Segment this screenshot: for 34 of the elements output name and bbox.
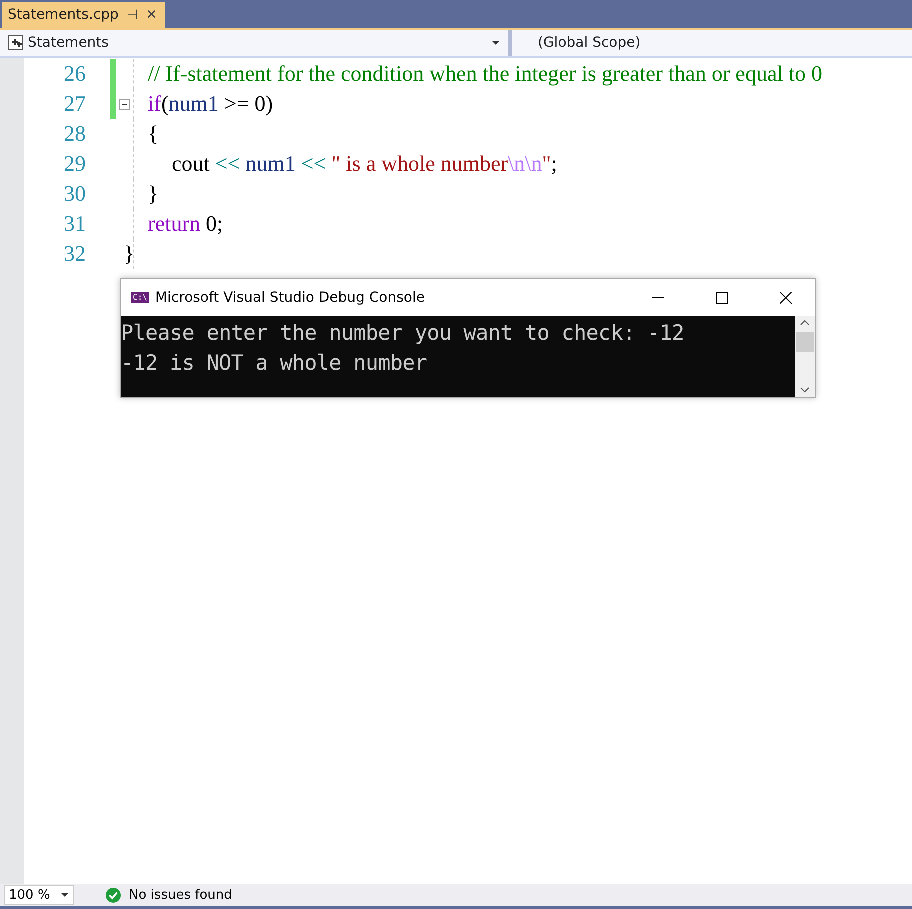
line-number: 27 <box>63 91 86 117</box>
console-output: Please enter the number you want to check: -12 <box>121 320 686 347</box>
code-line: { <box>148 121 159 147</box>
console-icon: C:\ <box>131 292 150 303</box>
console-output: -12 is NOT a whole number <box>121 350 428 377</box>
check-icon <box>106 888 121 902</box>
close-icon <box>780 292 792 304</box>
file-tab[interactable]: Statements.cpp ⊣ ✕ <box>2 2 166 28</box>
line-number: 29 <box>63 151 86 177</box>
code-line: } <box>148 181 159 207</box>
scope-dropdown[interactable]: (Global Scope) <box>512 30 912 56</box>
caret-icon <box>61 893 69 897</box>
project-icon <box>8 35 24 51</box>
line-number: 26 <box>63 61 86 87</box>
code-line: // If-statement for the condition when the integer is greater than or equal to 0 <box>148 61 822 87</box>
pin-icon[interactable]: ⊣ <box>126 8 138 22</box>
status-text: No issues found <box>129 888 232 902</box>
scrollbar-thumb[interactable] <box>796 332 814 352</box>
zoom-dropdown[interactable]: 100 % <box>4 885 74 905</box>
line-number: 32 <box>63 241 86 267</box>
code-line: } <box>124 241 135 267</box>
code-line: if(num1 >= 0) <box>148 91 274 117</box>
minimize-icon <box>652 297 664 298</box>
line-number: 28 <box>63 121 86 147</box>
maximize-icon <box>716 292 728 304</box>
window-title: Microsoft Visual Studio Debug Console <box>155 290 426 306</box>
collapse-icon[interactable] <box>119 98 130 110</box>
code-line: return 0; <box>148 211 224 237</box>
close-icon[interactable]: ✕ <box>146 8 158 22</box>
line-number: 30 <box>63 181 86 207</box>
code-line: cout << num1 << " is a whole number\n\n"; <box>172 151 558 177</box>
line-number: 31 <box>63 211 86 237</box>
caret-icon <box>492 41 500 45</box>
scrollbar[interactable] <box>795 316 815 397</box>
